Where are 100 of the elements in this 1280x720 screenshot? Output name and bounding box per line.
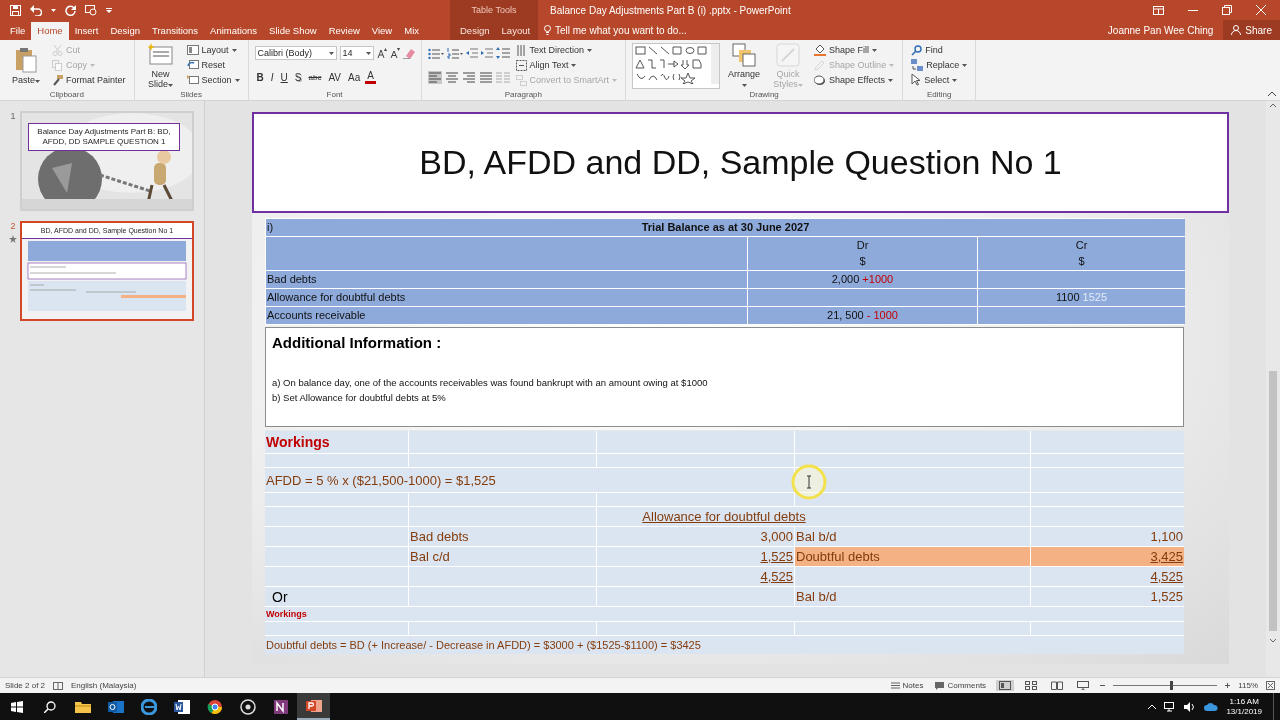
menu-tab[interactable]: Mix bbox=[398, 22, 425, 40]
notes-button[interactable]: Notes bbox=[888, 681, 926, 690]
table-label: i) bbox=[267, 220, 275, 235]
zoom-in-icon[interactable] bbox=[1225, 683, 1231, 688]
pencil-icon bbox=[814, 59, 827, 71]
tell-me-field[interactable]: Tell me what you want to do... bbox=[544, 20, 687, 40]
group-label: Editing bbox=[926, 89, 952, 100]
language-indicator[interactable]: English (Malaysia) bbox=[71, 681, 137, 690]
ribbon-button[interactable]: Paste bbox=[6, 43, 46, 89]
ribbon-button[interactable]: Format Painter bbox=[50, 73, 128, 87]
table-cell: Or bbox=[265, 587, 408, 606]
menu-tab[interactable]: Animations bbox=[204, 22, 264, 40]
clock-time: 1:16 AM bbox=[1229, 696, 1259, 707]
column-header: Dr $ bbox=[748, 237, 977, 270]
line-spacing-icon[interactable] bbox=[495, 47, 510, 59]
ribbon-button[interactable]: Find bbox=[909, 43, 970, 57]
menu-tab[interactable]: Review bbox=[322, 22, 366, 40]
save-icon[interactable] bbox=[10, 4, 21, 16]
table-cell: 3,000 bbox=[597, 527, 794, 546]
table-cell: 1,525 bbox=[1031, 587, 1184, 606]
grow-font-icon[interactable] bbox=[376, 48, 387, 58]
start-icon[interactable] bbox=[10, 700, 23, 713]
fit-to-window-icon[interactable] bbox=[1266, 681, 1275, 690]
collapse-ribbon-icon[interactable] bbox=[1268, 91, 1276, 96]
undo-icon[interactable] bbox=[30, 4, 42, 16]
zoom-slider-thumb[interactable] bbox=[1170, 681, 1174, 690]
format-button[interactable]: abc bbox=[306, 72, 324, 82]
window-title: Balance Day Adjustments Part B (i) .pptx - PowerPoint bbox=[550, 4, 791, 16]
menu-tab[interactable]: Insert bbox=[68, 22, 105, 40]
ribbon-button[interactable]: Select bbox=[909, 73, 970, 87]
ribbon-button[interactable]: Align Text bbox=[513, 58, 620, 72]
share-button[interactable]: Share bbox=[1223, 20, 1280, 40]
align-text-icon bbox=[515, 59, 527, 71]
table-cell: Bal b/d bbox=[795, 587, 1030, 606]
menu-tab[interactable]: Home bbox=[31, 22, 69, 40]
network-icon[interactable] bbox=[1164, 701, 1177, 712]
smartart-icon bbox=[515, 74, 527, 86]
menu-tab[interactable]: View bbox=[365, 22, 399, 40]
quick-styles-icon bbox=[776, 43, 801, 67]
close-icon[interactable] bbox=[1256, 5, 1266, 15]
slide-title: Balance Day Adjustments Part B: BD, AFDD, DD SAMPLE QUESTION 1 bbox=[28, 123, 180, 151]
normal-view-button[interactable] bbox=[996, 680, 1015, 691]
spelling-icon[interactable] bbox=[53, 681, 64, 690]
ribbon-button[interactable]: Text Direction bbox=[513, 43, 620, 57]
layout-icon bbox=[186, 45, 199, 55]
menu-tab[interactable]: Transitions bbox=[146, 22, 205, 40]
app-icon[interactable] bbox=[206, 698, 223, 715]
menu-tab[interactable]: Slide Show bbox=[263, 22, 323, 40]
ribbon-button[interactable]: New Slide bbox=[140, 43, 181, 89]
customize-icon[interactable] bbox=[106, 7, 112, 13]
brush-icon bbox=[52, 74, 63, 86]
format-button[interactable]: I bbox=[268, 71, 276, 83]
ribbon-button[interactable]: Arrange bbox=[724, 43, 765, 89]
formula-text: AFDD = 5 % x ($21,500-1000) = $1,525 bbox=[265, 468, 794, 492]
shapes-gallery-drawing[interactable] bbox=[633, 44, 720, 84]
menu-tab[interactable]: Design bbox=[104, 22, 146, 40]
numbering-icon[interactable] bbox=[446, 47, 463, 59]
app-icon[interactable] bbox=[173, 698, 190, 715]
menu-tab[interactable]: File bbox=[4, 22, 32, 40]
search-icon[interactable] bbox=[43, 700, 56, 713]
app-icon[interactable] bbox=[107, 698, 124, 715]
app-icon[interactable] bbox=[272, 698, 289, 715]
ribbon-button[interactable]: Replace bbox=[909, 58, 970, 72]
font-size-field[interactable]: 14 bbox=[339, 46, 374, 60]
table-cell: 1,525 bbox=[597, 547, 794, 566]
cloud-icon[interactable] bbox=[1204, 702, 1219, 711]
decrease-indent-icon[interactable] bbox=[465, 48, 478, 58]
text-direction-icon bbox=[515, 44, 527, 56]
format-button[interactable]: S bbox=[292, 71, 304, 83]
redo-icon[interactable] bbox=[65, 4, 76, 16]
format-button[interactable]: B bbox=[254, 71, 266, 83]
table-cell: Accounts receivable bbox=[266, 307, 747, 324]
slide-thumbnail[interactable]: Balance Day Adjustments Part B: BD, AFDD, DD SAMPLE QUESTION 1 bbox=[20, 111, 194, 211]
tray-chevron-icon[interactable] bbox=[1148, 704, 1157, 709]
zoom-level[interactable]: 115% bbox=[1238, 681, 1258, 690]
format-button[interactable]: U bbox=[278, 71, 290, 83]
minimize-icon[interactable] bbox=[1188, 9, 1198, 11]
ribbon-options-icon[interactable] bbox=[1153, 5, 1164, 15]
format-button[interactable]: AV bbox=[326, 71, 343, 83]
ribbon-button[interactable]: Layout bbox=[184, 43, 242, 57]
format-button[interactable]: Aa bbox=[346, 71, 363, 83]
shrink-font-icon[interactable] bbox=[389, 48, 400, 58]
workings-subheading: Workings bbox=[265, 607, 1184, 621]
restore-icon[interactable] bbox=[1222, 5, 1232, 15]
bullets-icon[interactable] bbox=[427, 47, 444, 59]
app-icon[interactable] bbox=[305, 697, 322, 714]
ribbon-button[interactable]: Section bbox=[184, 73, 242, 87]
table-heading: Trial Balance as at 30 June 2027 bbox=[641, 220, 810, 235]
table-cell: 1100 1525 bbox=[978, 289, 1185, 306]
user-name[interactable]: Joanne Pan Wee Ching bbox=[1107, 24, 1214, 36]
ribbon-button[interactable]: Shape Effects bbox=[812, 73, 897, 87]
font-name-field[interactable]: Calibri (Body) bbox=[254, 46, 337, 60]
ribbon-button[interactable]: Shape Fill bbox=[812, 43, 897, 57]
format-button[interactable]: A bbox=[365, 70, 376, 84]
app-icon[interactable] bbox=[140, 698, 157, 715]
increase-indent-icon[interactable] bbox=[480, 48, 493, 58]
touch-mode-icon[interactable] bbox=[85, 4, 97, 16]
volume-icon[interactable] bbox=[1184, 701, 1197, 712]
comments-button[interactable]: Comments bbox=[933, 681, 989, 690]
ribbon-button[interactable]: Reset bbox=[184, 58, 242, 72]
